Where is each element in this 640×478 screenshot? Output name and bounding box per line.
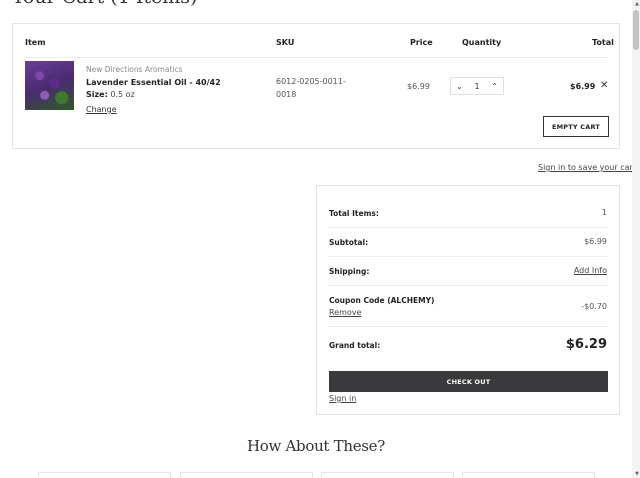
cart-table: Item SKU Price Quantity Total New Direct… xyxy=(12,23,620,149)
grand-total-row: Grand total: $6.29 xyxy=(329,327,607,364)
empty-cart-button[interactable]: EMPTY CART xyxy=(543,116,609,137)
recommendation-card[interactable] xyxy=(180,472,313,478)
chevron-down-icon[interactable]: ⌄ xyxy=(456,82,463,91)
chevron-up-icon[interactable]: ⌃ xyxy=(491,82,498,91)
quantity-stepper: ⌄ 1 ⌃ xyxy=(450,77,504,95)
product-name[interactable]: Lavender Essential Oil - 40/42 xyxy=(86,78,221,87)
subtotal-label: Subtotal: xyxy=(329,238,369,247)
total-items-label: Total Items: xyxy=(329,209,379,218)
product-image[interactable] xyxy=(25,61,74,110)
remove-coupon-link[interactable]: Remove xyxy=(329,308,361,317)
shipping-row: Shipping: Add Info xyxy=(329,257,607,286)
grand-total-value: $6.29 xyxy=(565,337,607,352)
product-price: $6.99 xyxy=(407,82,430,91)
change-link[interactable]: Change xyxy=(86,105,117,114)
coupon-label: Coupon Code (ALCHEMY) xyxy=(329,296,435,305)
scroll-up-icon[interactable]: ▲ xyxy=(635,1,639,7)
recommendations-heading: How About These? xyxy=(246,437,385,455)
subtotal-row: Subtotal: $6.99 xyxy=(329,228,607,257)
product-total: $6.99 xyxy=(570,82,596,91)
grand-total-label: Grand total: xyxy=(329,341,381,350)
header-price: Price xyxy=(410,38,433,47)
header-quantity: Quantity xyxy=(462,38,502,47)
header-divider xyxy=(25,57,607,58)
recommendation-card[interactable] xyxy=(321,472,454,478)
quantity-value[interactable]: 1 xyxy=(474,82,479,91)
scroll-down-icon[interactable]: ▼ xyxy=(635,471,639,477)
total-items-value: 1 xyxy=(601,208,607,217)
sign-in-save-cart-link[interactable]: Sign in to save your cart xyxy=(538,163,636,172)
size-label: Size: xyxy=(86,90,108,99)
add-shipping-info-link[interactable]: Add Info xyxy=(574,266,607,275)
coupon-value: -$0.70 xyxy=(581,302,607,311)
scroll-thumb[interactable] xyxy=(633,10,639,50)
shipping-label: Shipping: xyxy=(329,267,370,276)
scrollbar[interactable]: ▲ ▼ xyxy=(632,0,640,478)
recommendation-card[interactable] xyxy=(38,472,171,478)
product-brand: New Directions Aromatics xyxy=(86,65,183,74)
header-total: Total xyxy=(592,38,614,47)
total-items-row: Total Items: 1 xyxy=(329,186,607,228)
subtotal-value: $6.99 xyxy=(584,237,607,246)
product-size: Size: 0.5 oz xyxy=(86,90,135,99)
product-sku: 6012-0205-0011-0018 xyxy=(276,77,346,99)
page-title: Your Cart (1 Items) xyxy=(12,0,197,8)
header-sku: SKU xyxy=(276,38,295,47)
sign-in-link[interactable]: Sign in xyxy=(329,394,356,403)
close-icon[interactable]: ✕ xyxy=(600,80,608,91)
recommendation-card[interactable] xyxy=(462,472,595,478)
checkout-button[interactable]: CHECK OUT xyxy=(329,371,608,392)
size-value: 0.5 oz xyxy=(110,90,135,99)
header-item: Item xyxy=(25,38,46,47)
order-summary: Total Items: 1 Subtotal: $6.99 Shipping:… xyxy=(316,185,620,415)
coupon-row: Coupon Code (ALCHEMY) Remove -$0.70 xyxy=(329,286,607,327)
